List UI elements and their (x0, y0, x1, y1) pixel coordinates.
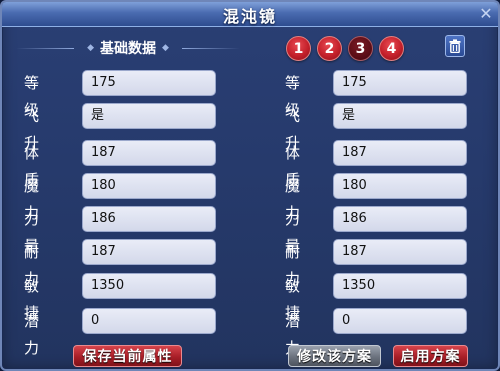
attribute-label: 等级 (24, 74, 41, 119)
attribute-label: 飞升 (24, 107, 41, 152)
attribute-label: 潜力 (285, 312, 302, 357)
attribute-value-field[interactable]: 是 (333, 103, 467, 129)
plan-tab-3[interactable]: 3 (348, 36, 373, 61)
attribute-label: 魔力 (24, 177, 41, 222)
section-divider-left (16, 48, 74, 49)
attribute-value-field[interactable]: 187 (82, 239, 216, 265)
attribute-value-field[interactable]: 180 (333, 173, 467, 199)
attribute-label: 潜力 (24, 312, 41, 357)
window-title: 混沌镜 (222, 7, 277, 26)
attribute-value-field[interactable]: 是 (82, 103, 216, 129)
plan-tab-2[interactable]: 2 (317, 36, 342, 61)
attribute-value-field[interactable]: 187 (333, 140, 467, 166)
attribute-value-field[interactable]: 0 (333, 308, 467, 334)
attribute-value-field[interactable]: 1350 (333, 273, 467, 299)
attribute-value-field[interactable]: 1350 (82, 273, 216, 299)
save-current-attributes-button[interactable]: 保存当前属性 (73, 345, 182, 367)
attribute-label: 魔力 (285, 177, 302, 222)
attribute-value-field[interactable]: 0 (82, 308, 216, 334)
attribute-label: 敏捷 (24, 277, 41, 322)
attribute-value-field[interactable]: 186 (333, 206, 467, 232)
attribute-label: 飞升 (285, 107, 302, 152)
diamond-icon: ◆ (162, 43, 169, 53)
attribute-label: 力量 (24, 210, 41, 255)
diamond-icon: ◆ (87, 43, 94, 53)
apply-plan-button[interactable]: 启用方案 (393, 345, 468, 367)
title-bar[interactable]: 混沌镜 ✕ (2, 2, 498, 27)
trash-icon[interactable] (445, 35, 465, 57)
section-divider-right (182, 48, 240, 49)
attribute-label: 等级 (285, 74, 302, 119)
attribute-label: 敏捷 (285, 277, 302, 322)
section-title: ◆ 基础数据 ◆ (76, 38, 180, 58)
close-icon[interactable]: ✕ (476, 4, 496, 23)
attribute-value-field[interactable]: 180 (82, 173, 216, 199)
attribute-label: 力量 (285, 210, 302, 255)
attribute-value-field[interactable]: 187 (82, 140, 216, 166)
attribute-label: 体质 (24, 144, 41, 189)
attribute-label: 耐力 (285, 243, 302, 288)
chaos-mirror-window: 混沌镜 ✕ ◆ 基础数据 ◆ 1 2 3 4 等级 175 飞升 是体质 187 魔力 18… (0, 0, 500, 371)
attribute-value-field[interactable]: 175 (333, 70, 467, 96)
section-title-text: 基础数据 (100, 41, 156, 57)
modify-plan-button[interactable]: 修改该方案 (288, 345, 381, 367)
attribute-value-field[interactable]: 186 (82, 206, 216, 232)
plan-tab-4[interactable]: 4 (379, 36, 404, 61)
attribute-value-field[interactable]: 187 (333, 239, 467, 265)
plan-tab-1[interactable]: 1 (286, 36, 311, 61)
plan-tabs: 1 2 3 4 (286, 36, 404, 61)
attribute-value-field[interactable]: 175 (82, 70, 216, 96)
attribute-label: 耐力 (24, 243, 41, 288)
attribute-label: 体质 (285, 144, 302, 189)
